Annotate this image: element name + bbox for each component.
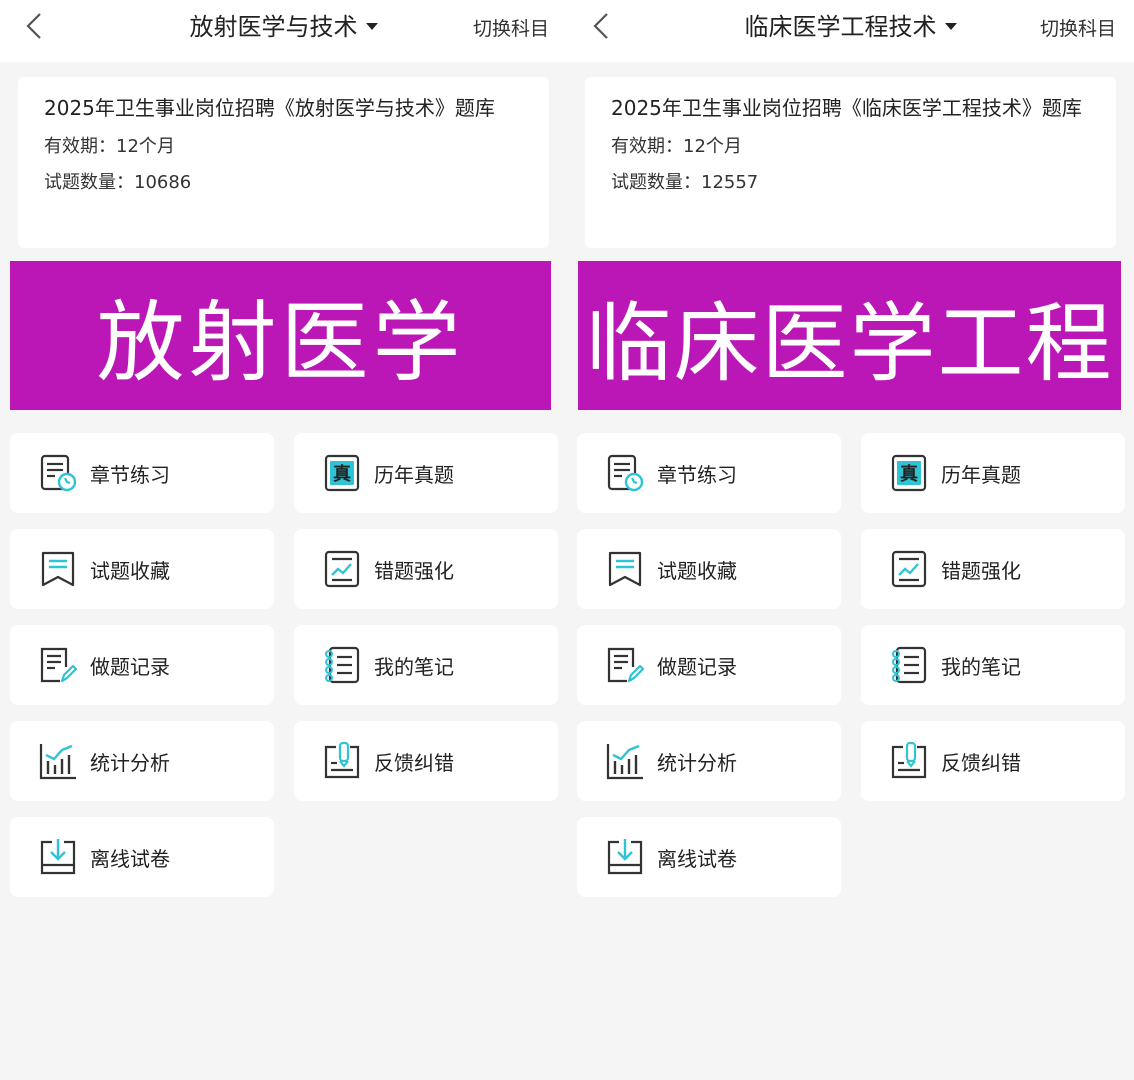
switch-subject-button[interactable]: 切换科目 [473,14,549,41]
offline-download-icon [607,839,643,875]
top-bar: 临床医学工程技术 切换科目 [567,0,1134,62]
menu-item-wrong-questions[interactable]: 错题强化 [861,529,1125,609]
question-bank-title: 2025年卫生事业岗位招聘《临床医学工程技术》题库 [611,96,1082,120]
menu-item-label: 离线试卷 [657,846,737,871]
past-papers-icon: 真 [324,454,360,492]
offline-download-icon [40,839,76,875]
subject-title: 放射医学与技术 [189,13,358,41]
menu-item-label: 试题收藏 [90,558,170,583]
past-papers-icon: 真 [891,454,927,492]
switch-subject-button[interactable]: 切换科目 [1040,14,1116,41]
menu-item-label: 做题记录 [90,654,170,679]
menu-item-past-papers[interactable]: 真 历年真题 [294,433,558,513]
subject-title: 临床医学工程技术 [744,13,937,41]
menu-item-label: 错题强化 [374,558,454,583]
menu-item-label: 我的笔记 [941,654,1021,679]
menu-item-statistics[interactable]: 统计分析 [10,721,274,801]
feedback-icon [324,741,360,779]
menu-item-label: 历年真题 [374,462,454,487]
menu-item-offline-papers[interactable]: 离线试卷 [10,817,274,897]
menu-item-label: 章节练习 [657,462,737,487]
chapter-practice-icon [607,454,644,492]
menu-item-favorites[interactable]: 试题收藏 [10,529,274,609]
feedback-icon [891,741,927,779]
right-screen: 临床医学工程技术 切换科目 2025年卫生事业岗位招聘《临床医学工程技术》题库 … [567,0,1134,1080]
question-count: 试题数量：12557 [611,172,759,193]
menu-item-feedback[interactable]: 反馈纠错 [861,721,1125,801]
menu-item-statistics[interactable]: 统计分析 [577,721,841,801]
menu-item-label: 我的笔记 [374,654,454,679]
favorites-icon [608,551,642,587]
menu-item-wrong-questions[interactable]: 错题强化 [294,529,558,609]
menu-item-label: 错题强化 [941,558,1021,583]
svg-text:真: 真 [900,463,918,485]
menu-item-label: 章节练习 [90,462,170,487]
menu-item-label: 历年真题 [941,462,1021,487]
menu-item-notes[interactable]: 我的笔记 [861,625,1125,705]
top-bar: 放射医学与技术 切换科目 [0,0,567,62]
question-bank-card: 2025年卫生事业岗位招聘《放射医学与技术》题库 有效期：12个月 试题数量：1… [18,77,549,248]
subject-banner: 放射医学 [10,261,551,410]
svg-text:真: 真 [333,463,351,485]
subject-banner: 临床医学工程 [578,261,1121,410]
menu-item-history-record[interactable]: 做题记录 [10,625,274,705]
caret-down-icon [944,22,957,30]
menu-item-label: 做题记录 [657,654,737,679]
left-screen: 放射医学与技术 切换科目 2025年卫生事业岗位招聘《放射医学与技术》题库 有效… [0,0,567,1080]
menu-item-label: 反馈纠错 [941,750,1021,775]
menu-item-label: 离线试卷 [90,846,170,871]
menu-item-past-papers[interactable]: 真 历年真题 [861,433,1125,513]
menu-item-label: 试题收藏 [657,558,737,583]
menu-item-chapter-practice[interactable]: 章节练习 [577,433,841,513]
validity-period: 有效期：12个月 [611,136,742,157]
question-bank-card: 2025年卫生事业岗位招聘《临床医学工程技术》题库 有效期：12个月 试题数量：… [585,77,1116,248]
wrong-questions-icon [891,550,927,588]
chapter-practice-icon [40,454,77,492]
caret-down-icon [365,22,378,30]
menu-item-label: 反馈纠错 [374,750,454,775]
menu-item-label: 统计分析 [90,750,170,775]
statistics-icon [606,744,643,780]
question-count: 试题数量：10686 [44,172,192,193]
history-record-icon [607,647,645,683]
menu-item-history-record[interactable]: 做题记录 [577,625,841,705]
validity-period: 有效期：12个月 [44,136,175,157]
favorites-icon [41,551,75,587]
menu-item-notes[interactable]: 我的笔记 [294,625,558,705]
menu-item-favorites[interactable]: 试题收藏 [577,529,841,609]
menu-item-offline-papers[interactable]: 离线试卷 [577,817,841,897]
notes-icon [325,646,360,684]
notes-icon [892,646,927,684]
statistics-icon [39,744,76,780]
history-record-icon [40,647,78,683]
wrong-questions-icon [324,550,360,588]
menu-item-label: 统计分析 [657,750,737,775]
question-bank-title: 2025年卫生事业岗位招聘《放射医学与技术》题库 [44,96,495,120]
menu-item-feedback[interactable]: 反馈纠错 [294,721,558,801]
menu-item-chapter-practice[interactable]: 章节练习 [10,433,274,513]
